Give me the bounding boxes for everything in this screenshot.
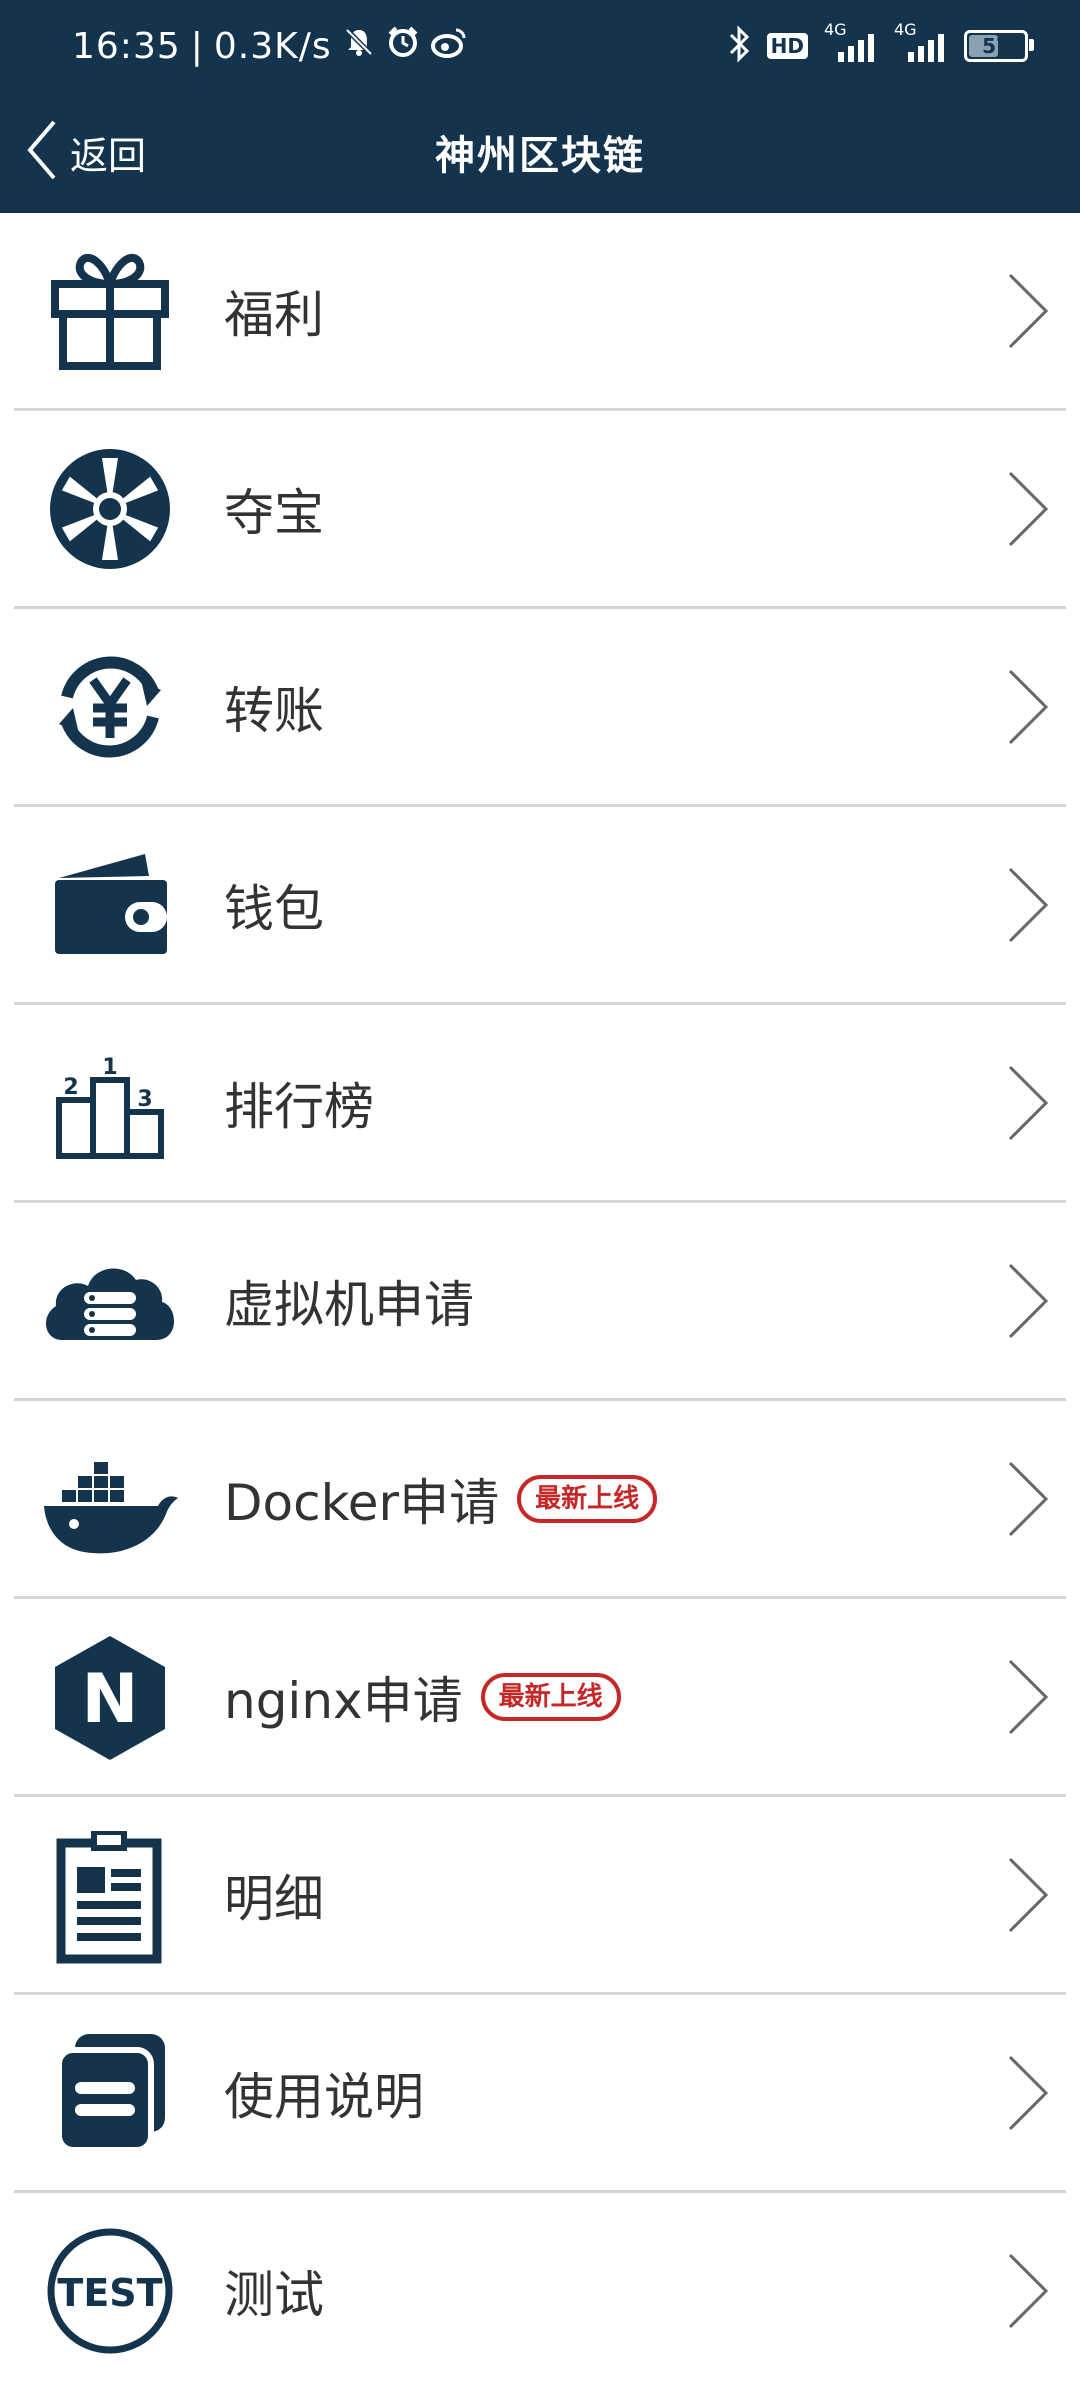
menu-item-welfare[interactable]: 福利 — [14, 213, 1066, 411]
nginx-icon: N — [40, 1627, 180, 1767]
menu-item-ranking[interactable]: 2 1 3 排行榜 — [14, 1005, 1066, 1203]
menu-item-label: 使用说明 — [224, 2057, 424, 2129]
podium-icon: 2 1 3 — [40, 1033, 180, 1173]
chevron-right-icon — [1008, 1659, 1049, 1734]
menu-item-label: 排行榜 — [224, 1067, 374, 1139]
menu-item-text: 夺宝 — [224, 483, 324, 542]
app-header: 返回 神州区块链 — [0, 92, 1080, 213]
menu-item-details[interactable]: 明细 — [14, 1797, 1066, 1995]
menu-item-label: 福利 — [224, 275, 324, 347]
network-speed: 0.3K/s — [213, 25, 332, 67]
menu-item-text: 明细 — [224, 1869, 324, 1928]
chevron-right-icon — [1008, 1263, 1049, 1338]
chevron-right-icon — [1008, 669, 1049, 744]
menu-item-label: nginx申请 最新上线 — [224, 1661, 621, 1733]
docker-icon — [40, 1429, 180, 1569]
chevron-right-icon — [1008, 1461, 1049, 1536]
menu-item-wallet[interactable]: 钱包 — [14, 807, 1066, 1005]
clipboard-icon — [40, 1825, 180, 1965]
test-icon-text: TEST — [57, 2271, 162, 2315]
clock: 16:35 — [72, 25, 181, 67]
chevron-right-icon — [1008, 867, 1049, 942]
chevron-right-icon — [1008, 471, 1049, 546]
new-badge: 最新上线 — [480, 1672, 621, 1721]
menu-item-text: Docker申请 — [224, 1473, 500, 1532]
menu-item-test[interactable]: TEST 测试 — [14, 2193, 1066, 2388]
signal-icon-2: 4G — [894, 20, 948, 66]
menu-item-text: 钱包 — [224, 879, 324, 938]
menu-item-text: 排行榜 — [224, 1077, 374, 1136]
menu-item-text: nginx申请 — [224, 1671, 463, 1730]
yen-transfer-icon — [40, 637, 180, 777]
menu-item-text: 测试 — [224, 2265, 324, 2324]
menu-item-label: 夺宝 — [224, 473, 324, 545]
wheel-icon — [40, 439, 180, 579]
chevron-right-icon — [1008, 2253, 1049, 2328]
new-badge: 最新上线 — [517, 1474, 658, 1523]
chevron-right-icon — [1008, 1857, 1049, 1932]
menu-item-text: 转账 — [224, 681, 324, 740]
weibo-icon — [430, 25, 468, 68]
separator: | — [190, 25, 204, 67]
signal-icon-1: 4G — [824, 20, 878, 66]
battery-level: 57 — [982, 34, 1010, 58]
menu-item-label: 明细 — [224, 1859, 324, 1931]
hd-badge: HD — [766, 33, 808, 59]
gift-icon — [40, 241, 180, 381]
menu-list: 福利 夺宝 转账 钱包 2 1 3 排行榜 虚拟机申请 Docker申请 最新上… — [0, 213, 1080, 2388]
menu-item-instructions[interactable]: 使用说明 — [14, 1995, 1066, 2193]
document-icon — [40, 2023, 180, 2163]
alarm-icon — [386, 25, 420, 68]
menu-item-label: 测试 — [224, 2255, 324, 2327]
mute-icon — [342, 25, 376, 68]
menu-item-label: 转账 — [224, 671, 324, 743]
status-bar: 16:35 | 0.3K/s HD 4G 4G 57 — [0, 0, 1080, 92]
menu-item-text: 使用说明 — [224, 2067, 424, 2126]
podium-first-label: 1 — [102, 1055, 117, 1080]
menu-item-transfer[interactable]: 转账 — [14, 609, 1066, 807]
menu-item-text: 福利 — [224, 285, 324, 344]
menu-item-docker-request[interactable]: Docker申请 最新上线 — [14, 1401, 1066, 1599]
bluetooth-icon — [727, 25, 751, 67]
menu-item-text: 虚拟机申请 — [224, 1275, 474, 1334]
menu-item-treasure[interactable]: 夺宝 — [14, 411, 1066, 609]
podium-second-label: 2 — [63, 1075, 78, 1100]
nginx-letter: N — [82, 1660, 139, 1739]
podium-third-label: 3 — [137, 1087, 152, 1112]
chevron-right-icon — [1008, 1065, 1049, 1140]
chevron-right-icon — [1008, 273, 1049, 348]
battery-icon: 57 — [964, 30, 1034, 62]
wallet-icon — [40, 835, 180, 975]
status-left: 16:35 | 0.3K/s — [72, 22, 468, 70]
status-right: HD 4G 4G 57 — [727, 20, 1034, 70]
cloud-server-icon — [40, 1231, 180, 1371]
menu-item-label: 虚拟机申请 — [224, 1265, 474, 1337]
menu-item-label: Docker申请 最新上线 — [224, 1463, 658, 1535]
chevron-right-icon — [1008, 2055, 1049, 2130]
menu-item-vm-request[interactable]: 虚拟机申请 — [14, 1203, 1066, 1401]
page-title: 神州区块链 — [435, 133, 645, 179]
menu-item-nginx-request[interactable]: N nginx申请 最新上线 — [14, 1599, 1066, 1797]
menu-item-label: 钱包 — [224, 869, 324, 941]
